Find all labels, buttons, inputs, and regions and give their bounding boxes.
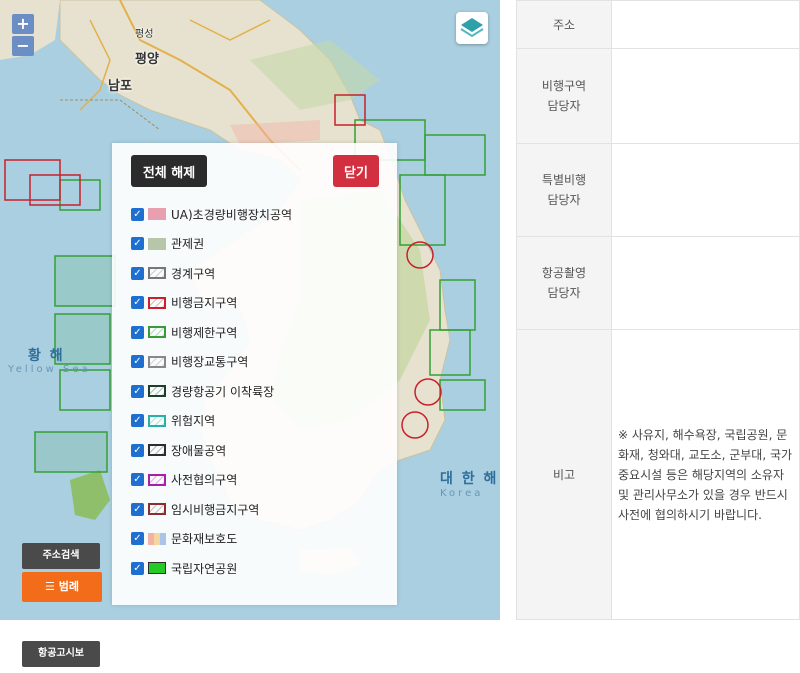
legend-swatch-icon <box>148 208 166 220</box>
legend-item[interactable]: ✓ 임시비행금지구역 <box>131 498 259 520</box>
legend-swatch-icon <box>148 267 166 279</box>
legend-swatch-icon <box>148 532 166 545</box>
legend-swatch-icon <box>148 444 166 456</box>
legend-item[interactable]: ✓ 비행금지구역 <box>131 292 237 314</box>
info-row-value <box>611 48 800 144</box>
place-label-pyongseong: 평성 <box>135 29 154 40</box>
legend-item[interactable]: ✓ 경량항공기 이착륙장 <box>131 380 274 402</box>
legend-item-label: 비행금지구역 <box>171 296 238 310</box>
sea-label-east-sea-en: Korea <box>440 488 484 499</box>
legend-item[interactable]: ✓ 관제권 <box>131 233 204 255</box>
legend-item-label: 임시비행금지구역 <box>171 502 260 517</box>
legend-item[interactable]: ✓ 문화재보호도 <box>131 528 237 550</box>
info-row: 주소 <box>516 0 800 49</box>
legend-item-label: 국립자연공원 <box>171 561 238 576</box>
info-row: 비행구역 담당자 <box>516 48 800 144</box>
legend-checkbox[interactable]: ✓ <box>131 502 144 516</box>
legend-button[interactable]: ☰ 범례 <box>22 572 102 602</box>
legend-checkbox[interactable]: ✓ <box>131 561 144 575</box>
deselect-all-button[interactable]: 전체 해제 <box>131 155 207 187</box>
legend-item-label: 관제권 <box>171 237 205 251</box>
info-row-label: 특별비행 담당자 <box>516 143 612 237</box>
legend-checkbox[interactable]: ✓ <box>131 325 144 339</box>
info-row-label: 항공촬영 담당자 <box>516 236 612 330</box>
legend-item-label: 비행제한구역 <box>171 325 238 340</box>
info-row-label: 비행구역 담당자 <box>516 48 612 144</box>
legend-swatch-icon <box>148 237 166 250</box>
legend-item[interactable]: ✓ 위험지역 <box>131 410 215 432</box>
info-row-value <box>611 236 800 330</box>
sea-label-east-sea: 대 한 해 <box>440 471 499 487</box>
aviation-notice-button[interactable]: 항공고시보 <box>22 641 100 667</box>
legend-item[interactable]: ✓ 비행제한구역 <box>131 321 237 343</box>
address-search-button[interactable]: 주소검색 <box>22 543 100 569</box>
legend-item-label: 사전협의구역 <box>171 473 238 487</box>
legend-item[interactable]: ✓ UA)초경량비행장치공역 <box>131 203 292 225</box>
legend-panel: 전체 해제 닫기 ✓ UA)초경량비행장치공역 ✓ 관제권 ✓ 경계구역 ✓ 비행금지구역 ✓ 비… <box>112 143 397 605</box>
place-label-nampo: 남포 <box>108 79 132 94</box>
info-row: 비고 ※ 사유지, 해수욕장, 국립공원, 문화재, 청와대, 교도소, 군부대,… <box>516 329 800 620</box>
legend-item-label: 위험지역 <box>171 414 216 428</box>
legend-checkbox[interactable]: ✓ <box>131 532 144 545</box>
legend-item-label: UA)초경량비행장치공역 <box>171 207 293 222</box>
place-label-pyongyang: 평양 <box>135 52 159 67</box>
zoom-in-button[interactable]: + <box>12 14 34 34</box>
legend-item-label: 장애물공역 <box>171 443 227 458</box>
legend-checkbox[interactable]: ✓ <box>131 355 144 368</box>
legend-swatch-icon <box>148 562 166 574</box>
legend-swatch-icon <box>148 414 166 427</box>
legend-checkbox[interactable]: ✓ <box>131 237 144 250</box>
legend-item-label: 문화재보호도 <box>171 532 238 546</box>
info-row-label: 비고 <box>516 329 612 620</box>
info-row: 항공촬영 담당자 <box>516 236 800 330</box>
legend-item[interactable]: ✓ 경계구역 <box>131 262 215 284</box>
info-row: 특별비행 담당자 <box>516 143 800 237</box>
legend-checkbox[interactable]: ✓ <box>131 384 144 398</box>
map-view[interactable]: 평성 평양 남포 황 해 Yellow Sea 대 한 해 Korea + − … <box>0 0 500 620</box>
legend-swatch-icon <box>148 296 166 309</box>
sea-label-yellow-sea-en: Yellow Sea <box>8 364 91 375</box>
info-row-label: 주소 <box>516 0 612 49</box>
sea-label-yellow-sea: 황 해 <box>28 348 65 364</box>
legend-checkbox[interactable]: ✓ <box>131 296 144 309</box>
legend-item[interactable]: ✓ 사전협의구역 <box>131 469 237 491</box>
legend-item-label: 경량항공기 이착륙장 <box>171 384 275 399</box>
legend-button-label: 범례 <box>58 580 79 593</box>
legend-checkbox[interactable]: ✓ <box>131 266 144 280</box>
info-row-value: ※ 사유지, 해수욕장, 국립공원, 문화재, 청와대, 교도소, 군부대, 국… <box>611 329 800 620</box>
legend-swatch-icon <box>148 355 166 368</box>
legend-swatch-icon <box>148 326 166 338</box>
legend-checkbox[interactable]: ✓ <box>131 414 144 427</box>
legend-item-label: 비행장교통구역 <box>171 355 249 369</box>
legend-swatch-icon <box>148 503 166 515</box>
list-icon: ☰ <box>45 580 59 593</box>
zoom-out-button[interactable]: − <box>12 36 34 56</box>
legend-item-label: 경계구역 <box>171 266 216 281</box>
legend-item[interactable]: ✓ 장애물공역 <box>131 439 226 461</box>
area-info-table: 주소 비행구역 담당자 특별비행 담당자 항공촬영 담당자 비고 ※ 사유지, 해수욕장,… <box>516 0 800 620</box>
layer-toggle-button[interactable] <box>456 12 488 44</box>
legend-checkbox[interactable]: ✓ <box>131 473 144 486</box>
legend-checkbox[interactable]: ✓ <box>131 207 144 221</box>
layers-icon <box>460 18 484 38</box>
close-legend-button[interactable]: 닫기 <box>333 155 379 187</box>
info-row-value <box>611 143 800 237</box>
legend-swatch-icon <box>148 473 166 486</box>
legend-item[interactable]: ✓ 비행장교통구역 <box>131 351 248 373</box>
legend-swatch-icon <box>148 385 166 397</box>
legend-checkbox[interactable]: ✓ <box>131 443 144 457</box>
legend-item[interactable]: ✓ 국립자연공원 <box>131 557 237 579</box>
info-row-value <box>611 0 800 49</box>
